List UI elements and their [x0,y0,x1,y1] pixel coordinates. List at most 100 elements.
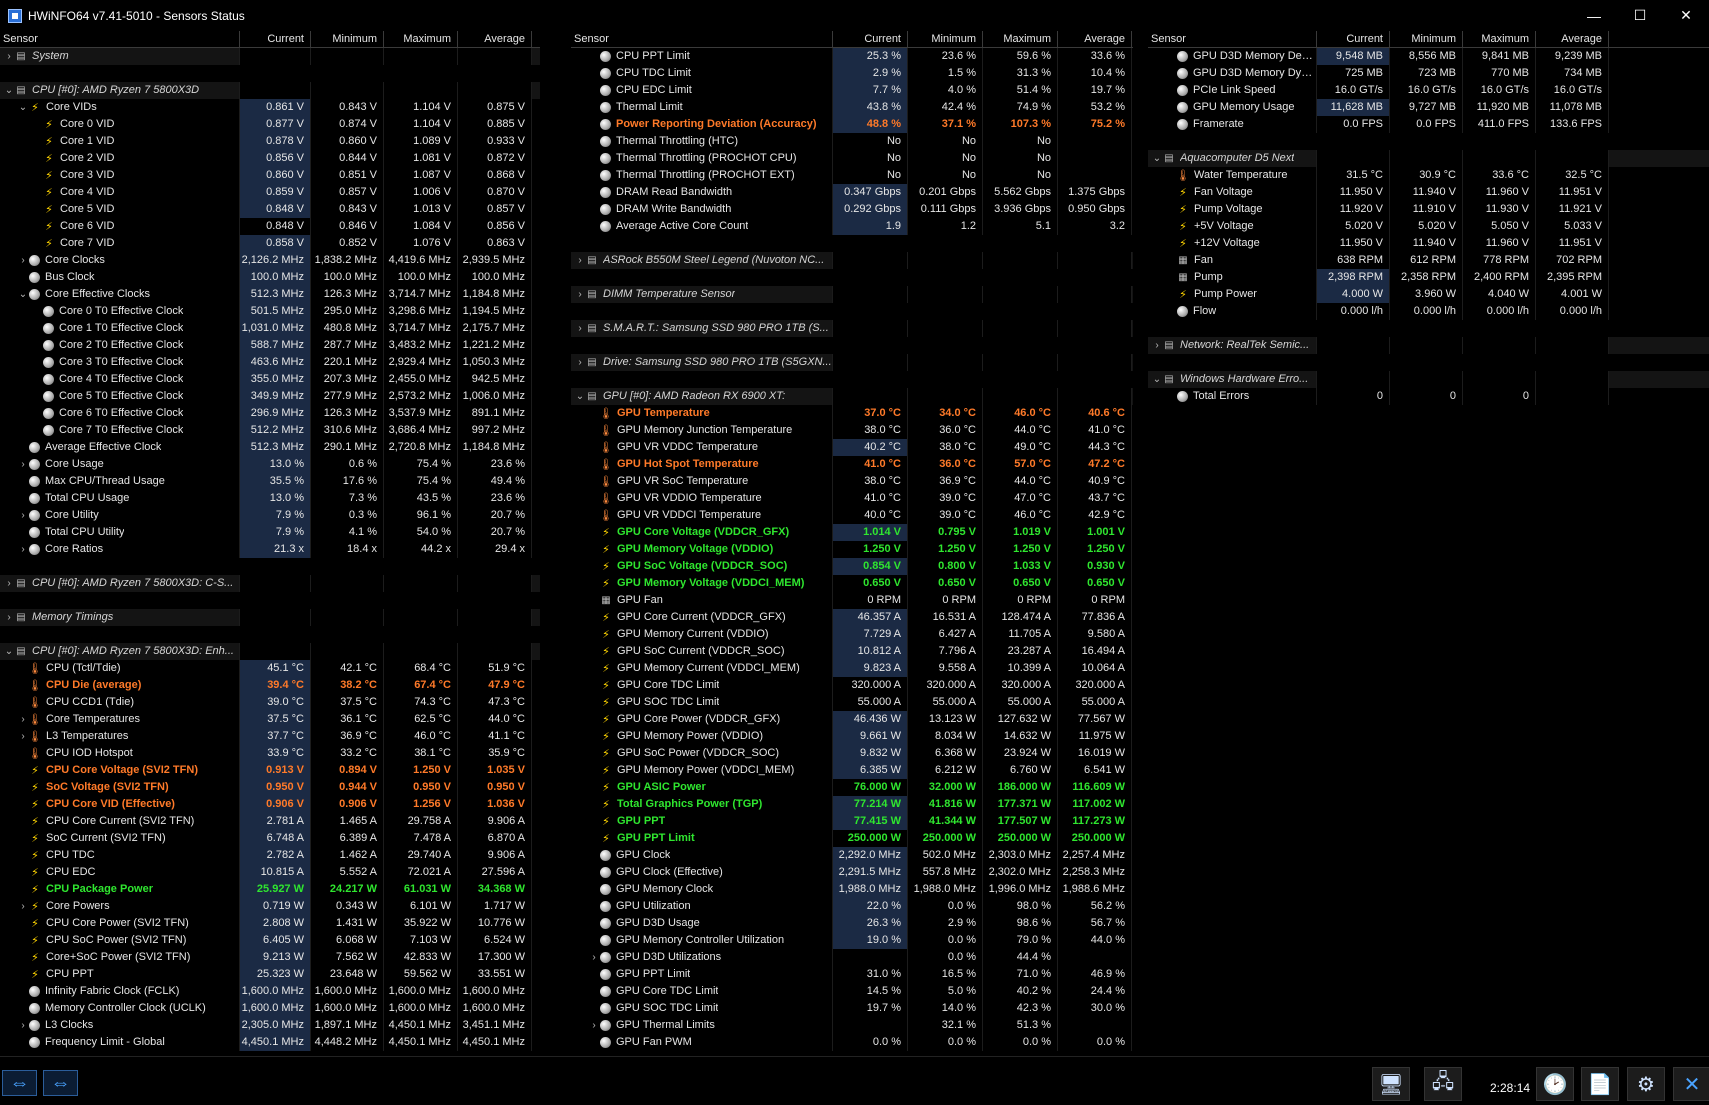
sensor-row[interactable]: Average Active Core Count 1.9 1.2 5.1 3.2 [571,218,1133,235]
sensor-row[interactable]: ⚡ GPU Core Voltage (VDDCR_GFX) 1.014 V 0.79… [571,524,1133,541]
sensor-row[interactable]: ⚡ Core 2 VID 0.856 V 0.844 V 1.081 V 0.872 V [0,150,540,167]
sensor-row[interactable]: ⚡ CPU Core Current (SVI2 TFN) 2.781 A 1.465… [0,813,540,830]
sensor-row[interactable]: ⚡ Core+SoC Power (SVI2 TFN) 9.213 W 7.562 W… [0,949,540,966]
sensor-row[interactable]: Average Effective Clock 512.3 MHz 290.1 MH… [0,439,540,456]
sensor-row[interactable]: Total CPU Usage 13.0 % 7.3 % 43.5 % 23.6 % [0,490,540,507]
sensor-row[interactable]: Core 5 T0 Effective Clock 349.9 MHz 277.9 … [0,388,540,405]
sensor-row[interactable]: ⚡ Core 1 VID 0.878 V 0.860 V 1.089 V 0.933 V [0,133,540,150]
sensor-row[interactable]: ⌄ ⚡ Core VIDs 0.861 V 0.843 V 1.104 V 0.875 V [0,99,540,116]
sensor-row[interactable]: CPU TDC Limit 2.9 % 1.5 % 31.3 % 10.4 % [571,65,1133,82]
sensor-row[interactable]: GPU Memory Clock 1,988.0 MHz 1,988.0 MHz 1,… [571,881,1133,898]
previous-view-button[interactable]: ⇔ [2,1070,37,1096]
sensor-row[interactable]: ⚡ GPU SOC TDC Limit 55.000 A 55.000 A 55.000… [571,694,1133,711]
expand-chevron-icon[interactable]: › [588,949,600,966]
reset-clock-button[interactable]: 🕑 [1536,1067,1574,1101]
sensor-group-row[interactable]: › ▤ Memory Timings [0,609,540,626]
sensor-row[interactable]: GPU D3D Usage 26.3 % 2.9 % 98.6 % 56.7 % [571,915,1133,932]
maximize-button[interactable]: ☐ [1617,0,1663,31]
sensor-group-row[interactable]: › ▤ Network: RealTek Semic... [1148,337,1709,354]
sensor-row[interactable]: Power Reporting Deviation (Accuracy) 48.8… [571,116,1133,133]
sensor-row[interactable]: ⚡ GPU SoC Voltage (VDDCR_SOC) 0.854 V 0.800… [571,558,1133,575]
sensor-row[interactable]: ▦ GPU Fan 0 RPM 0 RPM 0 RPM 0 RPM [571,592,1133,609]
sensor-group-row[interactable]: › ▤ CPU [#0]: AMD Ryzen 7 5800X3D: C-S... [0,575,540,592]
sensor-row[interactable]: 🌡 GPU Temperature 37.0 °C 34.0 °C 46.0 °C 40.… [571,405,1133,422]
sensor-row[interactable]: ⚡ GPU Memory Power (VDDIO) 9.661 W 8.034 W1… [571,728,1133,745]
column-current[interactable]: Current [1317,31,1390,47]
sensor-row[interactable]: › GPU Thermal Limits 32.1 % 51.3 % [571,1017,1133,1034]
sensor-row[interactable]: Core 4 T0 Effective Clock 355.0 MHz 207.3 … [0,371,540,388]
close-button[interactable]: ✕ [1663,0,1709,31]
network-button[interactable]: 🖧 [1424,1067,1462,1101]
sensor-row[interactable]: ⚡ Total Graphics Power (TGP) 77.214 W 41.81… [571,796,1133,813]
sensor-row[interactable]: ⚡ GPU ASIC Power 76.000 W 32.000 W 186.000 W… [571,779,1133,796]
expand-chevron-icon[interactable]: › [574,320,586,337]
sensor-row[interactable]: 🌡 CPU (Tctl/Tdie) 45.1 °C 42.1 °C 68.4 °C 51.… [0,660,540,677]
sensor-row[interactable]: CPU EDC Limit 7.7 % 4.0 % 51.4 % 19.7 % [571,82,1133,99]
sensor-row[interactable]: ⚡ Core 7 VID 0.858 V 0.852 V 1.076 V 0.863 V [0,235,540,252]
expand-chevron-icon[interactable]: › [17,1017,29,1034]
sensor-row[interactable]: ⚡ Core 3 VID 0.860 V 0.851 V 1.087 V 0.868 V [0,167,540,184]
sensor-row[interactable]: Core 1 T0 Effective Clock 1,031.0 MHz 480.… [0,320,540,337]
sensor-group-row[interactable]: ⌄ ▤ CPU [#0]: AMD Ryzen 7 5800X3D [0,82,540,99]
sensor-row[interactable]: ⚡ GPU Memory Current (VDDIO) 7.729 A 6.427 … [571,626,1133,643]
sensor-panel-3[interactable]: Sensor Current Minimum Maximum Average GPU D3… [1148,31,1709,1056]
column-maximum[interactable]: Maximum [384,31,458,47]
sensor-row[interactable]: GPU Fan PWM 0.0 % 0.0 % 0.0 % 0.0 % [571,1034,1133,1051]
sensor-row[interactable]: 🌡 GPU VR SoC Temperature 38.0 °C 36.9 °C 44.… [571,473,1133,490]
sensor-row[interactable]: ⚡ GPU PPT 77.415 W 41.344 W 177.507 W 117.273… [571,813,1133,830]
column-average[interactable]: Average [1058,31,1132,47]
sensor-group-row[interactable]: › ▤ DIMM Temperature Sensor [571,286,1133,303]
sensor-row[interactable]: Bus Clock 100.0 MHz 100.0 MHz 100.0 MHz 100.… [0,269,540,286]
sensor-row[interactable]: GPU Clock 2,292.0 MHz 502.0 MHz 2,303.0 MHz… [571,847,1133,864]
sensor-row[interactable]: ⚡ SoC Voltage (SVI2 TFN) 0.950 V 0.944 V 0.9… [0,779,540,796]
expand-chevron-icon[interactable]: › [3,48,15,65]
sensor-row[interactable]: ⚡ CPU Core Power (SVI2 TFN) 2.808 W 1.431 W… [0,915,540,932]
column-maximum[interactable]: Maximum [983,31,1058,47]
main-window-button[interactable]: 🖥 [1372,1067,1410,1101]
sensor-row[interactable]: Memory Controller Clock (UCLK) 1,600.0 MH… [0,1000,540,1017]
sensor-row[interactable]: Total CPU Utility 7.9 % 4.1 % 54.0 % 20.7 % [0,524,540,541]
sensor-group-row[interactable]: › ▤ System [0,48,540,65]
sensor-row[interactable]: 🌡 CPU CCD1 (Tdie) 39.0 °C 37.5 °C 74.3 °C 47.… [0,694,540,711]
sensor-row[interactable]: 🌡 GPU VR VDDCI Temperature 40.0 °C 39.0 °C 4… [571,507,1133,524]
sensor-row[interactable]: 🌡 GPU Hot Spot Temperature 41.0 °C 36.0 °C 5… [571,456,1133,473]
sensor-row[interactable]: GPU Clock (Effective) 2,291.5 MHz 557.8 MH… [571,864,1133,881]
sensor-row[interactable]: Core 7 T0 Effective Clock 512.2 MHz 310.6 … [0,422,540,439]
sensor-row[interactable]: Thermal Throttling (PROCHOT CPU) No No No [571,150,1133,167]
expand-chevron-icon[interactable]: › [17,507,29,524]
sensor-row[interactable]: ⌄ Core Effective Clocks 512.3 MHz 126.3 MHz… [0,286,540,303]
sensor-row[interactable]: › Core Usage 13.0 % 0.6 % 75.4 % 23.6 % [0,456,540,473]
sensor-row[interactable]: ⚡ CPU Package Power 25.927 W 24.217 W 61.031… [0,881,540,898]
sensor-row[interactable]: › L3 Clocks 2,305.0 MHz 1,897.1 MHz 4,450.1 … [0,1017,540,1034]
sensor-row[interactable]: ⚡ CPU Core VID (Effective) 0.906 V 0.906 V1… [0,796,540,813]
column-average[interactable]: Average [458,31,532,47]
sensor-row[interactable]: Thermal Throttling (HTC) No No No [571,133,1133,150]
column-average[interactable]: Average [1536,31,1609,47]
logging-button[interactable]: 📄 [1581,1067,1619,1101]
column-minimum[interactable]: Minimum [1390,31,1463,47]
expand-chevron-icon[interactable]: › [17,252,29,269]
sensor-group-row[interactable]: ⌄ ▤ Windows Hardware Erro... [1148,371,1709,388]
sensor-group-row[interactable]: › ▤ S.M.A.R.T.: Samsung SSD 980 PRO 1TB (S… [571,320,1133,337]
sensor-row[interactable]: ⚡ CPU Core Voltage (SVI2 TFN) 0.913 V 0.894… [0,762,540,779]
sensor-row[interactable]: Frequency Limit - Global 4,450.1 MHz 4,448… [0,1034,540,1051]
sensor-panel-1[interactable]: Sensor Current Minimum Maximum Average › ▤ Syst… [0,31,540,1056]
sensor-row[interactable]: GPU Core TDC Limit 14.5 % 5.0 % 40.2 % 24.4 … [571,983,1133,1000]
sensor-row[interactable]: GPU SOC TDC Limit 19.7 % 14.0 % 42.3 % 30.0 … [571,1000,1133,1017]
column-maximum[interactable]: Maximum [1463,31,1536,47]
sensor-row[interactable]: GPU Memory Usage 11,628 MB 9,727 MB 11,920 … [1148,99,1709,116]
expand-chevron-icon[interactable]: › [1151,337,1163,354]
sensor-row[interactable]: GPU D3D Memory Dynamic725 MB723 MB770 MB… [1148,65,1709,82]
sensor-row[interactable]: ⚡ GPU Core TDC Limit 320.000 A 320.000 A 320… [571,677,1133,694]
minimize-button[interactable]: — [1571,0,1617,31]
expand-chevron-icon[interactable]: › [3,609,15,626]
collapse-chevron-icon[interactable]: ⌄ [17,99,29,116]
column-current[interactable]: Current [833,31,908,47]
sensor-row[interactable]: Infinity Fabric Clock (FCLK) 1,600.0 MHz 1… [0,983,540,1000]
sensor-row[interactable]: GPU D3D Memory Dedica...9,548 MB8,556 MB… [1148,48,1709,65]
sensor-row[interactable]: 🌡 GPU Memory Junction Temperature 38.0 °C 3… [571,422,1133,439]
sensor-group-row[interactable]: ⌄ ▤ GPU [#0]: AMD Radeon RX 6900 XT: [571,388,1133,405]
sensor-row[interactable]: Thermal Limit 43.8 % 42.4 % 74.9 % 53.2 % [571,99,1133,116]
column-current[interactable]: Current [240,31,311,47]
column-sensor[interactable]: Sensor [0,31,240,47]
